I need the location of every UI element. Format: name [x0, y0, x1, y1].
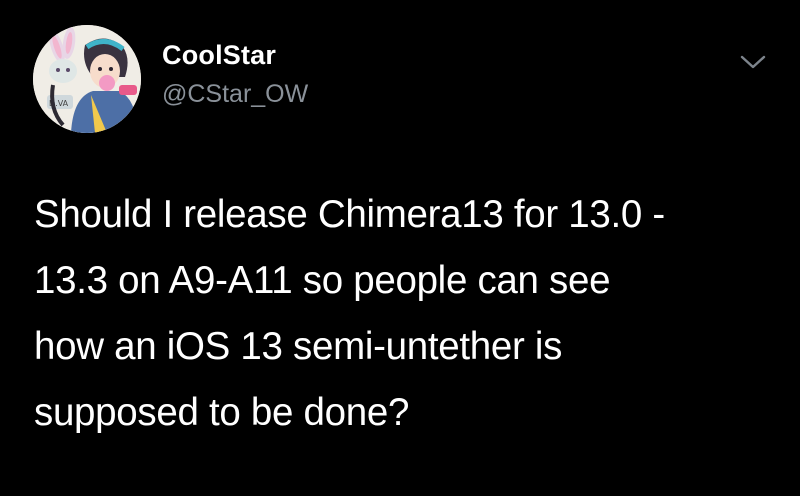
- author-handle[interactable]: @CStar_OW: [162, 80, 308, 109]
- anime-avatar-icon: D.VA: [33, 25, 141, 133]
- chevron-down-icon: [740, 55, 766, 69]
- tweet-text-line: 13.3 on A9-A11 so people can see: [34, 259, 611, 302]
- tweet-text: Should I release Chimera13 for 13.0 - 13…: [34, 182, 774, 446]
- tweet-text-line: how an iOS 13 semi-untether is: [34, 325, 563, 368]
- tweet-text-line: Should I release Chimera13 for 13.0 -: [34, 193, 665, 236]
- tweet-text-line: supposed to be done?: [34, 391, 410, 434]
- avatar[interactable]: D.VA: [33, 25, 141, 133]
- author-display-name[interactable]: CoolStar: [162, 40, 276, 71]
- tweet-menu-button[interactable]: [738, 50, 768, 74]
- tweet-card: D.VA CoolStar @CStar_OW Should I release…: [0, 0, 800, 496]
